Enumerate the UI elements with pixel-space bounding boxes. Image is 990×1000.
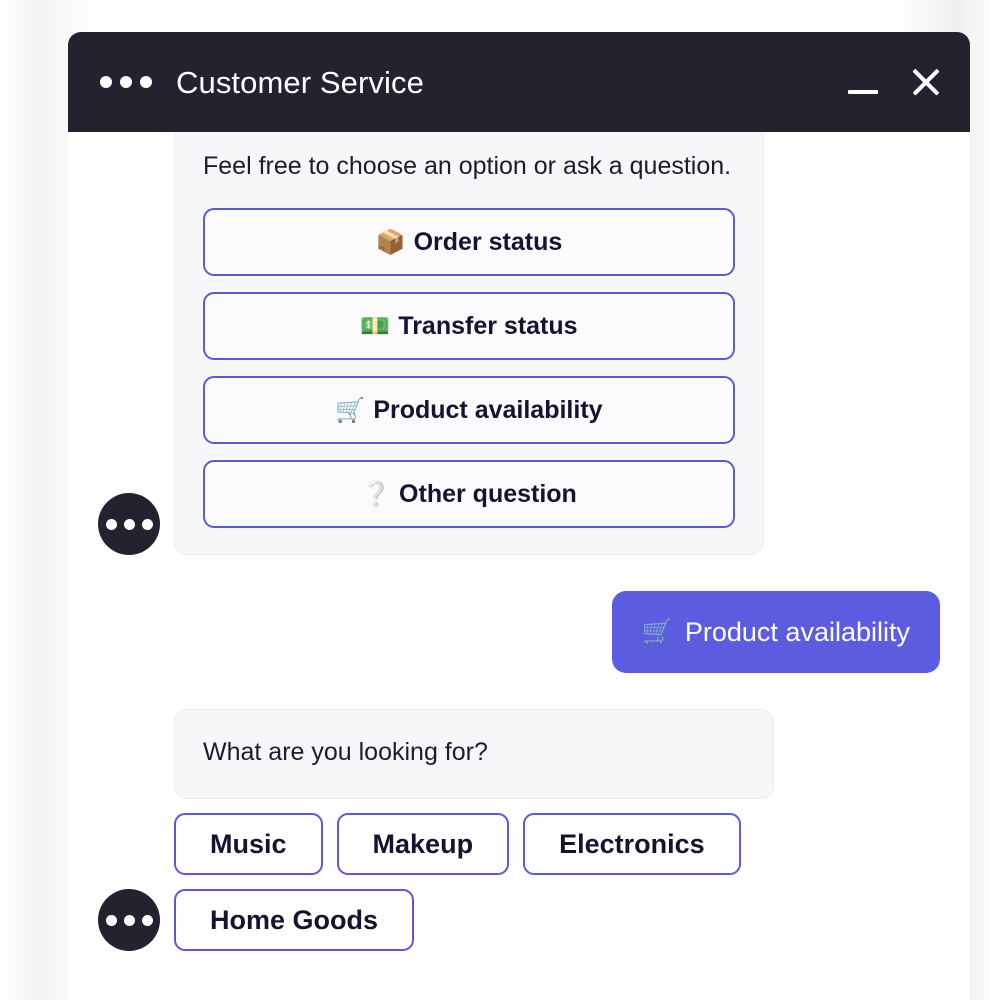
three-dots-icon[interactable]	[100, 76, 152, 88]
bot-message-bubble: Feel free to choose an option or ask a q…	[174, 132, 764, 555]
dot-3	[140, 76, 152, 88]
bot-followup-group: What are you looking for? Music Makeup E…	[174, 709, 774, 951]
avatar-dot-3	[141, 914, 153, 926]
bot-message-text: What are you looking for?	[203, 738, 488, 766]
quick-reply-electronics[interactable]: Electronics	[523, 813, 741, 875]
option-label: Product availability	[373, 395, 603, 424]
chat-window: Customer Service Feel free to choose an …	[68, 32, 970, 1000]
chat-window-titlebar: Customer Service	[68, 32, 970, 132]
quick-reply-group: Music Makeup Electronics Home Goods	[174, 813, 774, 951]
shopping-cart-icon: 🛒	[641, 617, 673, 646]
avatar-dot-1	[105, 914, 117, 926]
user-message-text: Product availability	[684, 616, 910, 647]
avatar	[98, 889, 160, 951]
avatar-dot-1	[105, 518, 117, 530]
shopping-cart-icon: 🛒	[335, 396, 366, 424]
question-mark-icon: ❔	[361, 480, 392, 508]
message-row-bot-intro: Feel free to choose an option or ask a q…	[98, 132, 940, 555]
option-label: Order status	[413, 227, 563, 256]
page-title: Customer Service	[176, 64, 424, 100]
message-row-bot-followup: What are you looking for? Music Makeup E…	[98, 709, 940, 951]
dot-1	[100, 76, 112, 88]
avatar-dot-2	[123, 518, 135, 530]
package-icon: 📦	[375, 228, 406, 256]
quick-reply-makeup[interactable]: Makeup	[336, 813, 510, 875]
option-other-question[interactable]: ❔ Other question	[203, 460, 735, 528]
option-label: Other question	[399, 479, 577, 508]
option-order-status[interactable]: 📦 Order status	[203, 208, 735, 276]
banknote-icon: 💵	[360, 312, 391, 340]
user-message-bubble: 🛒 Product availability	[611, 591, 940, 673]
option-transfer-status[interactable]: 💵 Transfer status	[203, 292, 735, 360]
option-label: Transfer status	[398, 311, 578, 340]
minimize-button[interactable]	[844, 65, 882, 99]
avatar-dot-2	[123, 914, 135, 926]
chat-transcript[interactable]: Feel free to choose an option or ask a q…	[68, 132, 970, 1000]
message-row-user: 🛒 Product availability	[98, 591, 940, 673]
bot-message-text: Feel free to choose an option or ask a q…	[203, 152, 732, 180]
dot-2	[120, 76, 132, 88]
avatar-dot-3	[141, 518, 153, 530]
window-controls	[844, 64, 944, 100]
quick-reply-home-goods[interactable]: Home Goods	[174, 889, 415, 951]
bot-message-bubble: What are you looking for?	[174, 709, 774, 799]
quick-reply-music[interactable]: Music	[174, 813, 323, 875]
option-list: 📦 Order status 💵 Transfer status 🛒 Produ…	[203, 208, 735, 528]
avatar	[98, 493, 160, 555]
close-icon[interactable]	[908, 64, 944, 100]
option-product-availability[interactable]: 🛒 Product availability	[203, 376, 735, 444]
